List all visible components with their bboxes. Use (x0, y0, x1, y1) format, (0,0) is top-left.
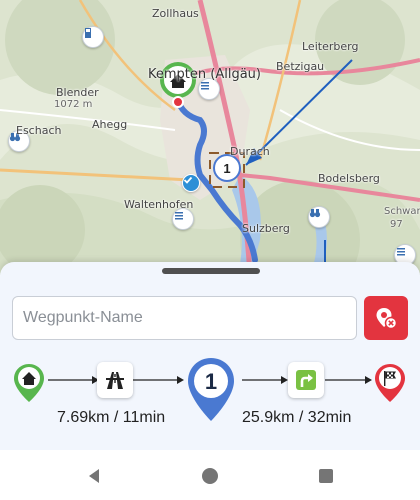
home-circle-icon (202, 468, 218, 484)
timeline-waypoint-node[interactable]: 1 (185, 356, 237, 424)
map-label-durach: Durach (230, 145, 270, 158)
panel-drag-handle[interactable] (162, 268, 260, 274)
map-label-betzigau: Betzigau (276, 60, 325, 73)
map-label-kempten: Kempten (Allgäu) (148, 67, 261, 82)
hotel-icon[interactable] (172, 208, 194, 230)
waypoint-name-input[interactable] (12, 296, 357, 340)
back-button[interactable] (82, 464, 106, 488)
fuel-station-icon[interactable] (82, 26, 104, 48)
timeline-waypoint-number: 1 (204, 369, 218, 394)
highway-icon (106, 372, 124, 389)
map-waypoint-number: 1 (223, 160, 231, 176)
timeline-highway-node[interactable] (97, 362, 133, 398)
map-label-blender: Blender (56, 86, 99, 99)
map-label-waltenhofen: Waltenhofen (124, 198, 194, 211)
map-label-blender-altitude: 1072 m (54, 99, 93, 110)
check-icon[interactable] (182, 174, 200, 192)
turn-right-icon (296, 370, 316, 390)
marker-remove-icon (376, 308, 398, 330)
finish-flag-icon (375, 364, 405, 402)
map-label-eschach: Eschach (16, 124, 62, 137)
map-label-zollhaus: Zollhaus (152, 7, 199, 20)
map-waypoint-marker[interactable]: 1 (213, 154, 241, 182)
map-view[interactable]: 1 Zollhaus Kempten (Allgäu) Leiterberg B… (0, 0, 420, 275)
back-icon (89, 469, 99, 483)
timeline-turn-node[interactable] (288, 362, 324, 398)
remove-waypoint-button[interactable] (364, 296, 408, 340)
home-button[interactable] (198, 464, 222, 488)
map-label-sulzberg: Sulzberg (242, 222, 290, 235)
recents-icon (319, 469, 333, 483)
timeline-start-node[interactable] (12, 362, 46, 404)
segment-1-distance-time: 7.69km / 11min (57, 409, 166, 426)
map-label-schwarz-altitude: 97 (390, 219, 403, 230)
system-navigation-bar (0, 450, 420, 500)
recents-button[interactable] (314, 464, 338, 488)
segment-2-distance-time: 25.9km / 32min (242, 409, 352, 426)
home-icon (14, 364, 44, 402)
timeline-end-node[interactable] (373, 362, 407, 404)
map-label-ahegg: Ahegg (92, 118, 128, 131)
map-label-leiterberg: Leiterberg (302, 40, 359, 53)
map-label-schwarz: Schwarz (384, 206, 420, 217)
map-label-bodelsberg: Bodelsberg (318, 172, 380, 185)
binoculars-icon[interactable] (308, 206, 330, 228)
